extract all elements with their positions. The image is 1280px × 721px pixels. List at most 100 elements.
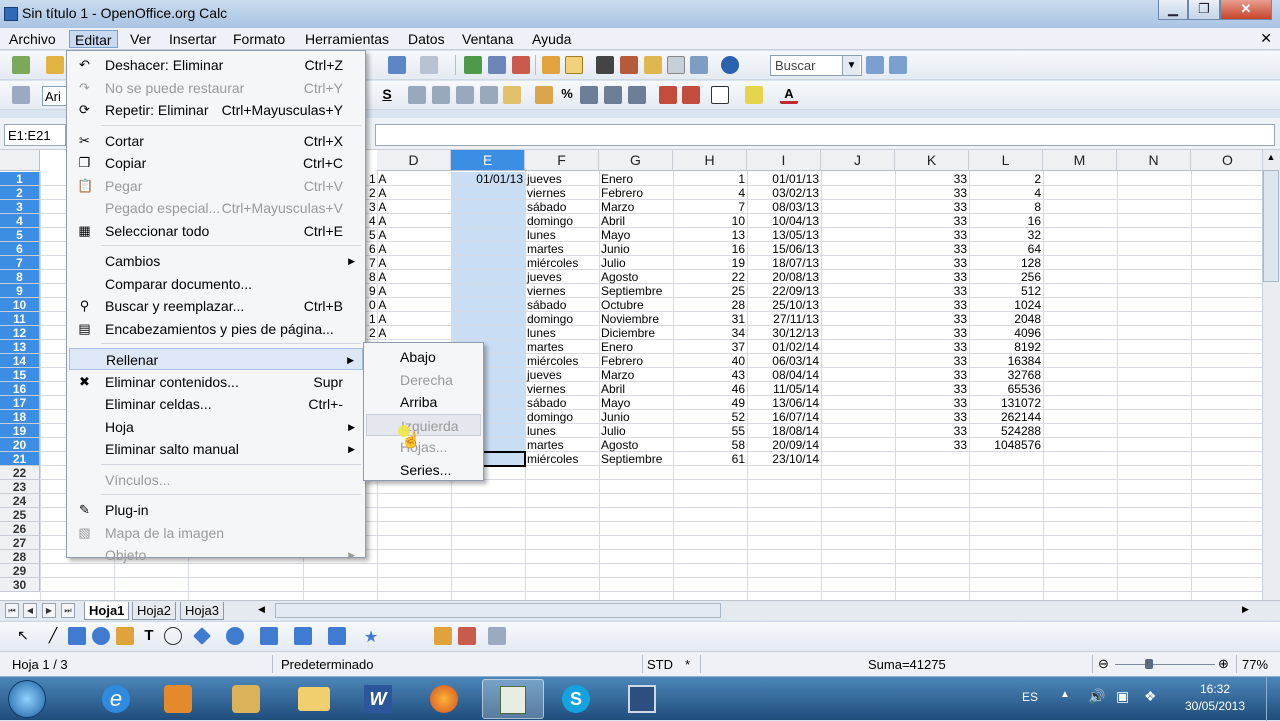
cell-l-10[interactable]: 1024	[969, 298, 1043, 312]
font-name-input[interactable]: Ari	[42, 86, 68, 106]
cell-i-5[interactable]: 13/05/13	[747, 228, 821, 242]
menu-item-objeto[interactable]: Objeto ▶	[69, 544, 363, 566]
menu-item-pegar[interactable]: 📋 Pegar Ctrl+V	[69, 175, 363, 197]
cell-h-5[interactable]: 13	[673, 228, 747, 242]
col-header-e[interactable]: E	[451, 150, 525, 171]
next-sheet-icon[interactable]: ▶	[42, 603, 56, 618]
cell-f-14[interactable]: miércoles	[525, 354, 599, 368]
cell-i-10[interactable]: 25/10/13	[747, 298, 821, 312]
tab-hoja3[interactable]: Hoja3	[180, 602, 224, 620]
minimize-button[interactable]: ▁	[1158, 0, 1188, 20]
cell-l-13[interactable]: 8192	[969, 340, 1043, 354]
cell-c_partial-9[interactable]: 9 A	[367, 284, 451, 298]
close-button[interactable]: ✕	[1220, 0, 1272, 20]
cell-f-9[interactable]: viernes	[525, 284, 599, 298]
line-icon[interactable]: ╱	[44, 627, 62, 645]
underline-icon[interactable]: S	[378, 86, 396, 104]
cell-l-8[interactable]: 256	[969, 270, 1043, 284]
col-header-i[interactable]: I	[747, 150, 821, 171]
cell-h-15[interactable]: 43	[673, 368, 747, 382]
merge-cells-icon[interactable]	[503, 86, 521, 104]
cell-l-18[interactable]: 262144	[969, 410, 1043, 424]
find-next-icon[interactable]	[866, 56, 884, 74]
cell-f-1[interactable]: jueves	[525, 172, 599, 186]
row-header-12[interactable]: 12	[0, 326, 40, 340]
find-icon[interactable]	[596, 56, 614, 74]
media-player-icon[interactable]	[150, 679, 206, 719]
cell-k-15[interactable]: 33	[895, 368, 969, 382]
menu-item-pegado-especial[interactable]: Pegado especial... Ctrl+Mayusculas+V	[69, 197, 363, 219]
row-header-23[interactable]: 23	[0, 480, 40, 494]
cell-i-18[interactable]: 16/07/14	[747, 410, 821, 424]
basic-shapes-icon[interactable]	[193, 627, 211, 645]
menu-item-encabezamientos-y-pies-de-página[interactable]: ▤ Encabezamientos y pies de página...	[69, 318, 363, 340]
row-header-1[interactable]: 1	[0, 172, 40, 186]
cell-c_partial-4[interactable]: 4 A	[367, 214, 451, 228]
cell-i-9[interactable]: 22/09/13	[747, 284, 821, 298]
cell-c_partial-12[interactable]: 2 A	[367, 326, 451, 340]
clock-time[interactable]: 16:32	[1180, 682, 1250, 696]
menu-item-copiar[interactable]: ❐ Copiar Ctrl+C	[69, 152, 363, 174]
cell-f-3[interactable]: sábado	[525, 200, 599, 214]
cell-g-6[interactable]: Junio	[599, 242, 673, 256]
cell-g-11[interactable]: Noviembre	[599, 312, 673, 326]
menu-item-eliminar-contenidos[interactable]: ✖ Eliminar contenidos... Supr	[69, 371, 363, 393]
cell-g-7[interactable]: Julio	[599, 256, 673, 270]
row-header-6[interactable]: 6	[0, 242, 40, 256]
start-button[interactable]	[8, 680, 46, 718]
cell-l-16[interactable]: 65536	[969, 382, 1043, 396]
sort-descending-icon[interactable]	[512, 56, 530, 74]
cell-c_partial-5[interactable]: 5 A	[367, 228, 451, 242]
cell-i-17[interactable]: 13/06/14	[747, 396, 821, 410]
close-document-icon[interactable]: ✕	[1260, 30, 1272, 47]
cell-f-19[interactable]: lunes	[525, 424, 599, 438]
row-header-8[interactable]: 8	[0, 270, 40, 284]
sort-ascending-icon[interactable]	[488, 56, 506, 74]
cell-h-18[interactable]: 52	[673, 410, 747, 424]
cell-k-8[interactable]: 33	[895, 270, 969, 284]
col-header-o[interactable]: O	[1191, 150, 1262, 171]
cell-h-10[interactable]: 28	[673, 298, 747, 312]
row-header-5[interactable]: 5	[0, 228, 40, 242]
cell-l-3[interactable]: 8	[969, 200, 1043, 214]
menu-herramientas[interactable]: Herramientas	[300, 30, 394, 48]
cell-g-19[interactable]: Julio	[599, 424, 673, 438]
hyperlink-icon[interactable]	[464, 56, 482, 74]
callouts-icon[interactable]	[328, 627, 346, 645]
cell-c_partial-1[interactable]: 1 A	[367, 172, 451, 186]
tab-hoja2[interactable]: Hoja2	[132, 602, 176, 620]
cell-i-12[interactable]: 30/12/13	[747, 326, 821, 340]
font-color-icon[interactable]: A	[780, 86, 798, 104]
cell-l-2[interactable]: 4	[969, 186, 1043, 200]
open-icon[interactable]	[46, 56, 64, 74]
col-header-d[interactable]: D	[377, 150, 451, 171]
row-header-7[interactable]: 7	[0, 256, 40, 270]
row-header-11[interactable]: 11	[0, 312, 40, 326]
row-header-18[interactable]: 18	[0, 410, 40, 424]
cell-l-4[interactable]: 16	[969, 214, 1043, 228]
cell-l-12[interactable]: 4096	[969, 326, 1043, 340]
row-header-29[interactable]: 29	[0, 564, 40, 578]
word-icon[interactable]: W	[350, 679, 406, 719]
standard-format-icon[interactable]	[580, 86, 598, 104]
explorer-folder-icon[interactable]	[286, 679, 342, 719]
align-center-icon[interactable]	[432, 86, 450, 104]
cell-f-16[interactable]: viernes	[525, 382, 599, 396]
menu-item-comparar-documento[interactable]: Comparar documento...	[69, 273, 363, 295]
cell-f-13[interactable]: martes	[525, 340, 599, 354]
tray-expand-icon[interactable]: ▲	[1060, 689, 1070, 700]
cell-i-15[interactable]: 08/04/14	[747, 368, 821, 382]
select-arrow-icon[interactable]: ↖	[14, 627, 32, 645]
row-header-26[interactable]: 26	[0, 522, 40, 536]
cell-f-17[interactable]: sábado	[525, 396, 599, 410]
fill-item-arriba[interactable]: Arriba	[366, 391, 481, 413]
cell-i-1[interactable]: 01/01/13	[747, 172, 821, 186]
cell-i-14[interactable]: 06/03/14	[747, 354, 821, 368]
row-header-20[interactable]: 20	[0, 438, 40, 452]
fontwork-icon[interactable]	[434, 627, 452, 645]
cell-h-3[interactable]: 7	[673, 200, 747, 214]
cell-h-11[interactable]: 31	[673, 312, 747, 326]
percent-icon[interactable]: %	[558, 86, 576, 104]
align-left-icon[interactable]	[408, 86, 426, 104]
cell-c_partial-7[interactable]: 7 A	[367, 256, 451, 270]
